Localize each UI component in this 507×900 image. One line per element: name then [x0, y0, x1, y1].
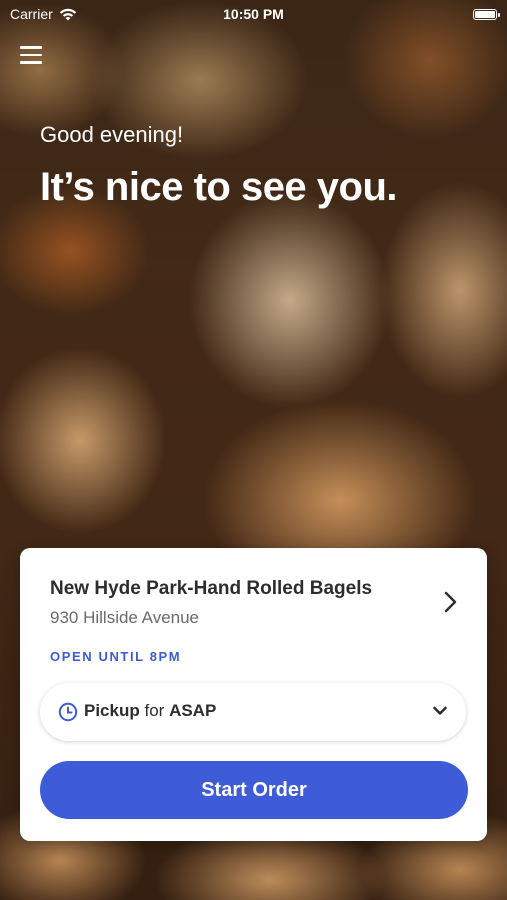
wifi-icon — [59, 8, 76, 20]
hamburger-menu-icon[interactable] — [20, 46, 42, 66]
carrier-label: Carrier — [10, 6, 53, 22]
headline-text: It’s nice to see you. — [40, 165, 398, 209]
order-card: New Hyde Park-Hand Rolled Bagels 930 Hil… — [20, 548, 487, 841]
pickup-summary: Pickup for ASAP — [84, 701, 216, 721]
status-left: Carrier — [10, 6, 77, 22]
menu-line — [20, 61, 42, 64]
status-time: 10:50 PM — [223, 6, 284, 22]
chevron-down-icon — [433, 706, 447, 715]
greeting-text: Good evening! — [40, 122, 184, 147]
chevron-right-icon — [444, 591, 457, 613]
order-time: ASAP — [169, 701, 217, 720]
battery-level — [475, 10, 495, 18]
pickup-time-selector[interactable]: Pickup for ASAP — [40, 683, 466, 741]
menu-line — [20, 53, 42, 56]
order-for-word: for — [144, 701, 165, 720]
store-address: 930 Hillside Avenue — [50, 608, 200, 627]
menu-line — [20, 46, 42, 49]
clock-icon — [58, 702, 78, 722]
status-bar: Carrier 10:50 PM — [0, 0, 507, 28]
store-name: New Hyde Park-Hand Rolled Bagels — [50, 578, 373, 599]
store-hours: OPEN UNTIL 8PM — [50, 649, 182, 664]
order-method: Pickup — [84, 701, 140, 720]
battery-icon — [473, 8, 500, 20]
start-order-button[interactable]: Start Order — [40, 761, 468, 819]
